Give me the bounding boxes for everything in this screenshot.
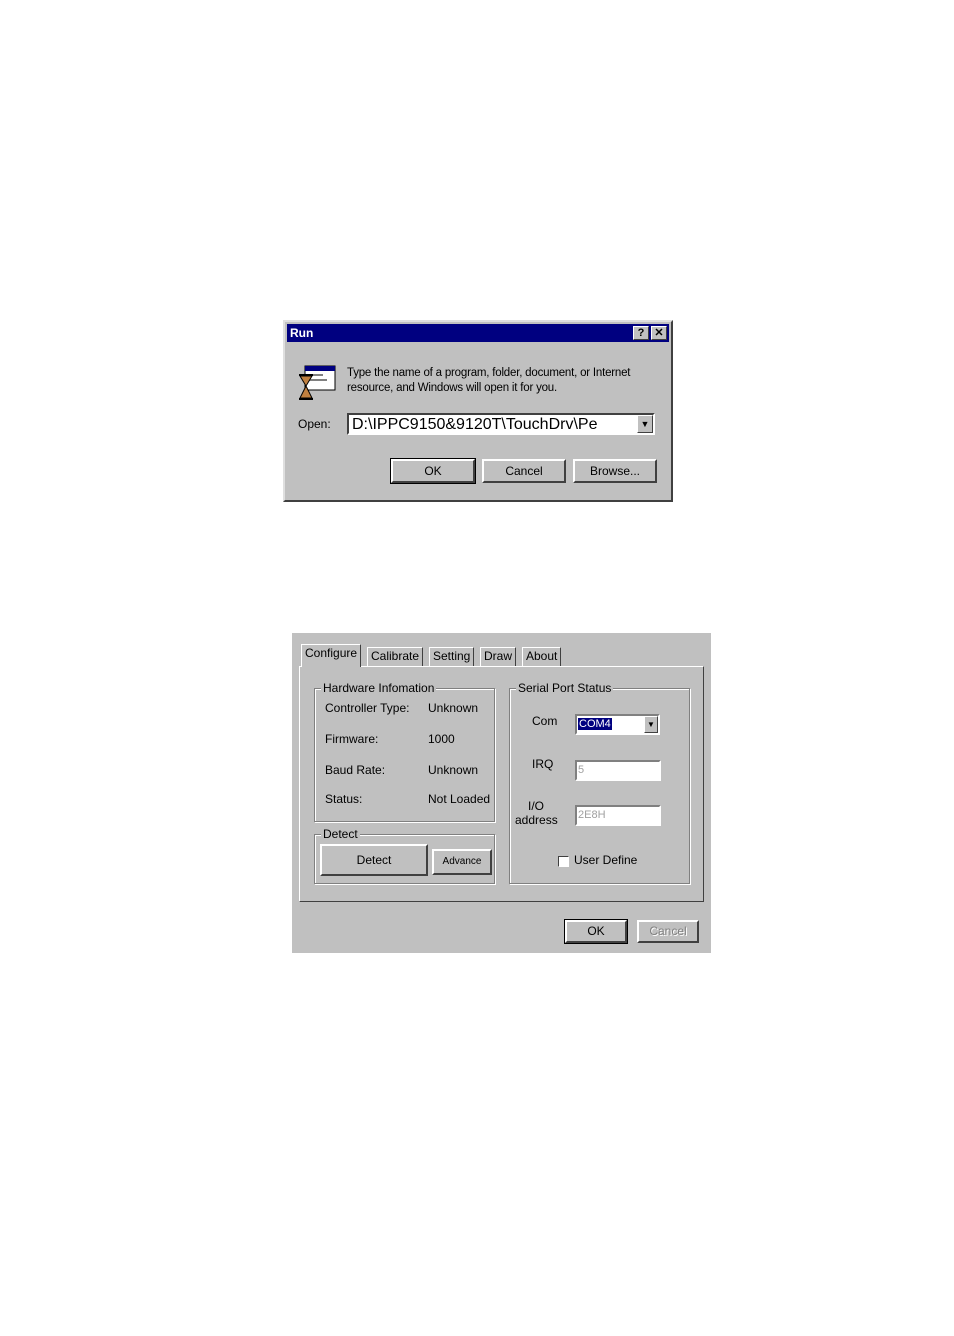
advance-button[interactable]: Advance [432,849,492,875]
tab-setting[interactable]: Setting [429,647,475,666]
detect-group: Detect Detect Advance [314,827,495,884]
status-label: Status: [325,792,363,806]
chevron-down-icon[interactable]: ▼ [644,716,658,733]
user-define-label: User Define [574,853,638,867]
configure-tab-page: Hardware Infomation Controller Type: Unk… [299,666,704,902]
controller-type-value: Unknown [428,701,479,715]
tab-configure[interactable]: Configure [301,644,362,667]
com-select-value: COM4 [578,718,612,730]
io-label-line2: address [515,813,558,827]
help-button[interactable]: ? [633,326,649,340]
hardware-info-group-label: Hardware Infomation [321,681,437,695]
tab-about[interactable]: About [522,647,562,666]
user-define-checkbox[interactable] [558,856,569,867]
baud-rate-value: Unknown [428,763,479,777]
tab-calibrate[interactable]: Calibrate [367,647,424,666]
com-label: Com [532,714,558,728]
run-ok-button[interactable]: OK [390,458,476,484]
irq-label: IRQ [532,757,554,771]
panel-cancel-button[interactable]: Cancel [637,920,699,943]
close-button[interactable]: ✕ [651,326,667,340]
com-select[interactable]: COM4 ▼ [575,714,660,735]
detect-button[interactable]: Detect [320,844,428,876]
run-description: Type the name of a program, folder, docu… [347,367,631,394]
run-dialog: Run ? ✕ Type the name of a program, fold… [283,320,673,502]
detect-group-label: Detect [321,827,360,841]
tab-draw[interactable]: Draw [480,647,517,666]
panel-ok-button[interactable]: OK [564,919,628,944]
browse-button[interactable]: Browse... [573,459,657,483]
run-title-bar[interactable]: Run ? ✕ [287,324,669,342]
firmware-label: Firmware: [325,732,379,746]
firmware-value: 1000 [428,732,455,746]
run-program-icon [297,364,337,404]
controller-type-label: Controller Type: [325,701,410,715]
touch-panel-dialog: Configure Calibrate Setting Draw About H… [292,633,711,953]
run-cancel-button[interactable]: Cancel [482,459,566,483]
io-label-line1: I/O [528,799,545,813]
dropdown-arrow-icon[interactable]: ▼ [637,415,653,433]
io-address-field[interactable]: 2E8H [575,805,661,826]
irq-field[interactable]: 5 [575,760,661,781]
serial-port-group-label: Serial Port Status [516,681,614,695]
hardware-info-group: Hardware Infomation Controller Type: Unk… [314,681,495,822]
open-label: Open: [298,417,331,431]
run-title: Run [290,326,314,340]
baud-rate-label: Baud Rate: [325,763,386,777]
open-input[interactable]: D:\IPPC9150&9120T\TouchDrv\Pe [352,416,633,434]
serial-port-group: Serial Port Status Com COM4 ▼ IRQ 5 I/O … [509,681,690,884]
status-value: Not Loaded [428,792,491,806]
open-combobox[interactable]: D:\IPPC9150&9120T\TouchDrv\Pe ▼ [347,413,655,435]
